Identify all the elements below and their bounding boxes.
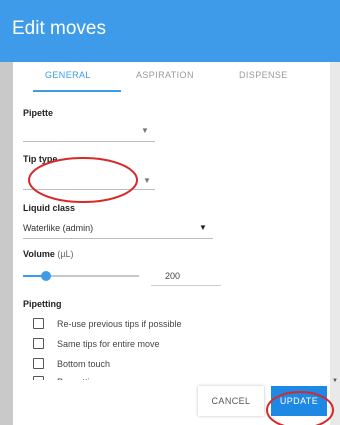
- chevron-down-icon: ▼: [141, 126, 149, 135]
- slider-thumb[interactable]: [41, 271, 52, 281]
- scroll-down-icon[interactable]: ▼: [332, 378, 338, 384]
- tip-type-label: Tip type: [23, 154, 58, 164]
- volume-value: 200: [165, 271, 181, 281]
- left-backdrop: [0, 62, 13, 425]
- checkbox-label: Same tips for entire move: [57, 339, 160, 349]
- volume-unit: (µL): [57, 249, 74, 259]
- tip-type-select[interactable]: ▼: [23, 166, 155, 190]
- cancel-button[interactable]: CANCEL: [198, 386, 264, 416]
- chevron-down-icon: ▼: [143, 176, 151, 185]
- active-tab-indicator: [33, 90, 121, 92]
- volume-label: Volume (µL): [23, 249, 74, 259]
- liquid-class-underline: [23, 238, 213, 239]
- pipette-label: Pipette: [23, 108, 54, 118]
- checkbox[interactable]: [33, 358, 44, 369]
- tab-aspiration[interactable]: ASPIRATION: [136, 70, 194, 80]
- dialog-title: Edit moves: [12, 18, 106, 39]
- volume-slider[interactable]: [23, 270, 139, 282]
- volume-input[interactable]: 200: [151, 268, 221, 286]
- liquid-class-select[interactable]: Waterlike (admin) ▼: [23, 217, 213, 239]
- volume-label-text: Volume: [23, 249, 55, 259]
- dialog-body: GENERAL ASPIRATION DISPENSE Pipette ▼ Ti…: [13, 62, 330, 425]
- pipette-select[interactable]: ▼: [23, 120, 155, 142]
- tab-bar: GENERAL ASPIRATION DISPENSE: [13, 62, 330, 94]
- checkbox-label: Bottom touch: [57, 359, 111, 369]
- dialog-header: Edit moves: [0, 0, 340, 62]
- chevron-down-icon: ▼: [199, 223, 207, 232]
- checkbox[interactable]: [33, 338, 44, 349]
- liquid-class-value: Waterlike (admin): [23, 223, 94, 233]
- dialog-footer: CANCEL UPDATE: [13, 380, 330, 425]
- volume-underline: [151, 285, 221, 286]
- liquid-class-label: Liquid class: [23, 203, 76, 213]
- checkbox-label: Re-use previous tips if possible: [57, 319, 182, 329]
- update-button[interactable]: UPDATE: [271, 386, 327, 416]
- tab-dispense[interactable]: DISPENSE: [239, 70, 288, 80]
- tab-general[interactable]: GENERAL: [45, 70, 91, 80]
- pipette-underline: [23, 141, 155, 142]
- tip-type-underline: [23, 189, 155, 190]
- scrollbar-track[interactable]: [330, 62, 340, 425]
- checkbox[interactable]: [33, 318, 44, 329]
- pipetting-label: Pipetting: [23, 299, 62, 309]
